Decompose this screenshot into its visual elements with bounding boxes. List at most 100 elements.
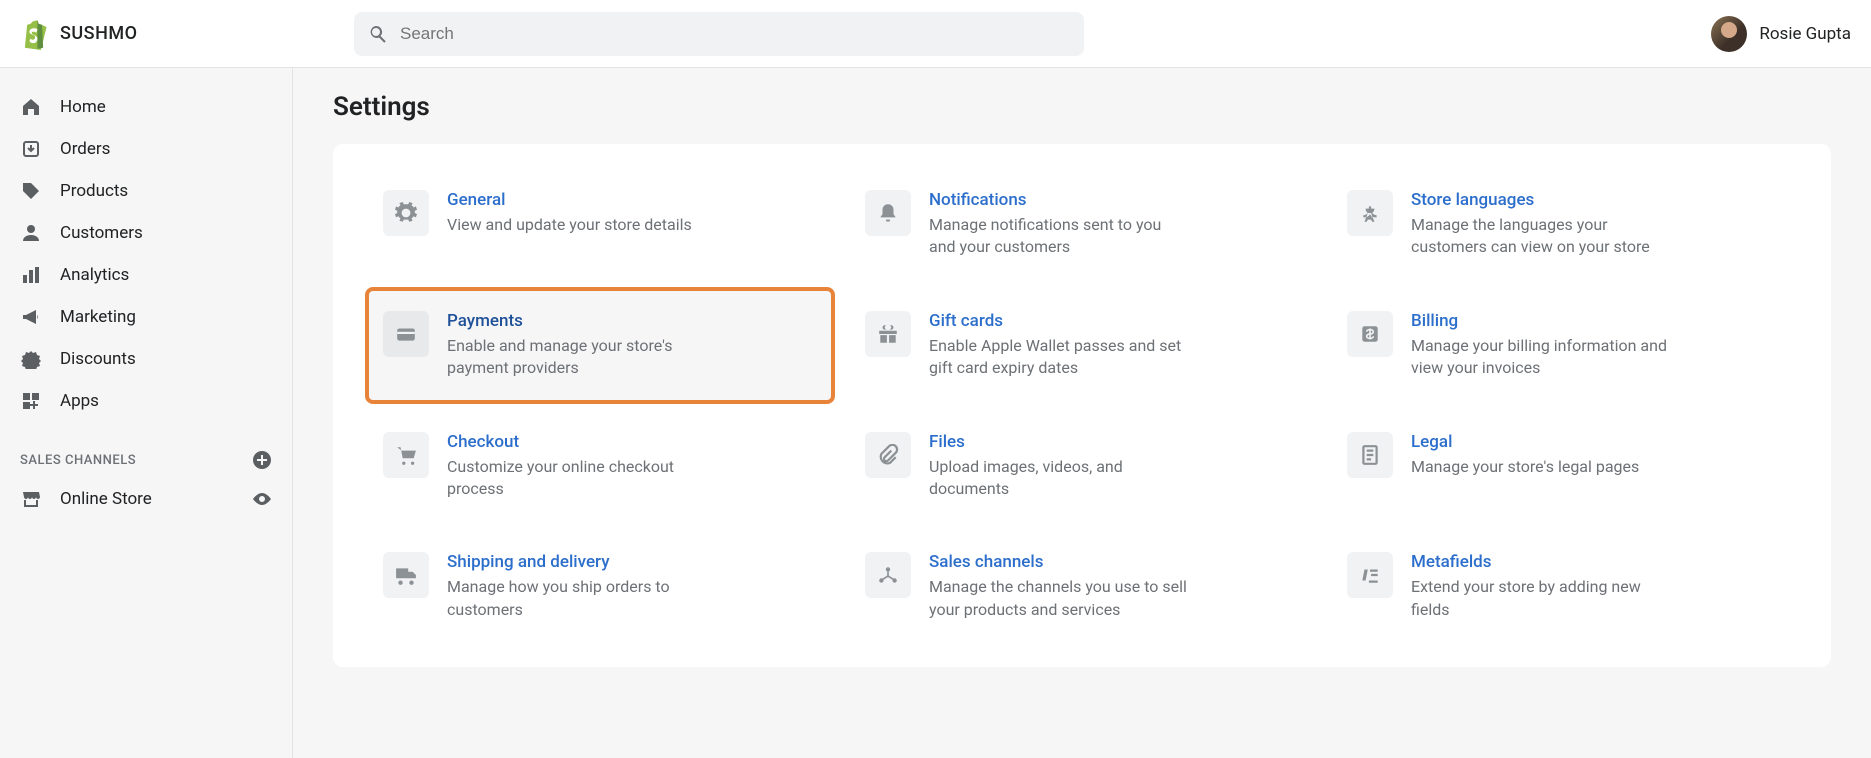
eye-icon[interactable] — [252, 489, 272, 509]
sidebar-item-label: Apps — [60, 391, 99, 411]
setting-item-shipping-and-delivery[interactable]: Shipping and delivery Manage how you shi… — [373, 542, 827, 631]
analytics-icon — [20, 264, 42, 286]
sidebar-item-customers[interactable]: Customers — [0, 212, 292, 254]
setting-desc: Customize your online checkout process — [447, 456, 707, 501]
sidebar-item-label: Marketing — [60, 307, 136, 327]
sidebar-item-label: Products — [60, 181, 128, 201]
clip-icon — [865, 432, 911, 478]
sidebar-item-label: Analytics — [60, 265, 129, 285]
sidebar-item-label: Online Store — [60, 489, 152, 509]
setting-text: Metafields Extend your store by adding n… — [1411, 552, 1671, 621]
setting-desc: Manage the languages your customers can … — [1411, 214, 1671, 259]
shopify-logo-icon — [20, 18, 48, 50]
sales-channels-header: SALES CHANNELS — [0, 434, 292, 478]
setting-item-payments[interactable]: Payments Enable and manage your store's … — [365, 287, 835, 404]
discounts-icon — [20, 348, 42, 370]
setting-title: Shipping and delivery — [447, 552, 707, 572]
setting-text: Notifications Manage notifications sent … — [929, 190, 1189, 259]
setting-desc: Manage how you ship orders to customers — [447, 576, 707, 621]
truck-icon — [383, 552, 429, 598]
setting-item-metafields[interactable]: Metafields Extend your store by adding n… — [1337, 542, 1791, 631]
sidebar-item-label: Home — [60, 97, 106, 117]
sidebar-item-online-store[interactable]: Online Store — [0, 478, 292, 520]
search-container — [354, 12, 1084, 56]
store-name: SUSHMO — [60, 23, 138, 44]
orders-icon — [20, 138, 42, 160]
sidebar-item-discounts[interactable]: Discounts — [0, 338, 292, 380]
sidebar-item-label: Orders — [60, 139, 110, 159]
store-icon — [20, 488, 42, 510]
setting-title: Metafields — [1411, 552, 1671, 572]
cart-icon — [383, 432, 429, 478]
gear-icon — [383, 190, 429, 236]
add-channel-icon[interactable] — [252, 450, 272, 470]
settings-panel: General View and update your store detai… — [333, 144, 1831, 667]
setting-title: Sales channels — [929, 552, 1189, 572]
search-input[interactable] — [400, 24, 1070, 44]
setting-text: Store languages Manage the languages you… — [1411, 190, 1671, 259]
logo-area: SUSHMO — [20, 18, 354, 50]
setting-desc: Manage your store's legal pages — [1411, 456, 1639, 478]
sidebar-item-orders[interactable]: Orders — [0, 128, 292, 170]
channels-icon — [865, 552, 911, 598]
setting-title: Gift cards — [929, 311, 1189, 331]
sidebar-item-products[interactable]: Products — [0, 170, 292, 212]
setting-desc: Enable and manage your store's payment p… — [447, 335, 707, 380]
setting-desc: Manage notifications sent to you and you… — [929, 214, 1189, 259]
sidebar-item-label: Discounts — [60, 349, 136, 369]
sidebar-item-label: Customers — [60, 223, 143, 243]
search-box[interactable] — [354, 12, 1084, 56]
setting-title: Legal — [1411, 432, 1639, 452]
setting-text: Legal Manage your store's legal pages — [1411, 432, 1639, 501]
setting-item-general[interactable]: General View and update your store detai… — [373, 180, 827, 269]
setting-desc: View and update your store details — [447, 214, 692, 236]
languages-icon — [1347, 190, 1393, 236]
avatar — [1711, 16, 1747, 52]
setting-desc: Enable Apple Wallet passes and set gift … — [929, 335, 1189, 380]
setting-item-store-languages[interactable]: Store languages Manage the languages you… — [1337, 180, 1791, 269]
meta-icon — [1347, 552, 1393, 598]
gift-icon — [865, 311, 911, 357]
setting-title: Payments — [447, 311, 707, 331]
setting-text: Gift cards Enable Apple Wallet passes an… — [929, 311, 1189, 380]
setting-item-billing[interactable]: Billing Manage your billing information … — [1337, 301, 1791, 390]
setting-item-checkout[interactable]: Checkout Customize your online checkout … — [373, 422, 827, 511]
setting-title: Billing — [1411, 311, 1671, 331]
apps-icon — [20, 390, 42, 412]
setting-text: General View and update your store detai… — [447, 190, 692, 259]
setting-text: Payments Enable and manage your store's … — [447, 311, 707, 380]
setting-text: Billing Manage your billing information … — [1411, 311, 1671, 380]
setting-text: Shipping and delivery Manage how you shi… — [447, 552, 707, 621]
search-icon — [368, 24, 388, 44]
bell-icon — [865, 190, 911, 236]
setting-desc: Upload images, videos, and documents — [929, 456, 1189, 501]
setting-title: Notifications — [929, 190, 1189, 210]
customers-icon — [20, 222, 42, 244]
sidebar-item-marketing[interactable]: Marketing — [0, 296, 292, 338]
user-area[interactable]: Rosie Gupta — [1711, 16, 1851, 52]
main-content: Settings General View and update your st… — [293, 68, 1871, 758]
sidebar-item-home[interactable]: Home — [0, 86, 292, 128]
setting-text: Sales channels Manage the channels you u… — [929, 552, 1189, 621]
setting-item-legal[interactable]: Legal Manage your store's legal pages — [1337, 422, 1791, 511]
legal-icon — [1347, 432, 1393, 478]
setting-item-notifications[interactable]: Notifications Manage notifications sent … — [855, 180, 1309, 269]
sidebar-item-analytics[interactable]: Analytics — [0, 254, 292, 296]
page-title: Settings — [333, 92, 1831, 122]
home-icon — [20, 96, 42, 118]
sidebar: Home Orders Products Customers Analytics… — [0, 68, 293, 758]
dollar-icon — [1347, 311, 1393, 357]
setting-text: Files Upload images, videos, and documen… — [929, 432, 1189, 501]
setting-desc: Manage the channels you use to sell your… — [929, 576, 1189, 621]
marketing-icon — [20, 306, 42, 328]
setting-title: Files — [929, 432, 1189, 452]
setting-item-files[interactable]: Files Upload images, videos, and documen… — [855, 422, 1309, 511]
setting-title: General — [447, 190, 692, 210]
setting-desc: Extend your store by adding new fields — [1411, 576, 1671, 621]
setting-item-sales-channels[interactable]: Sales channels Manage the channels you u… — [855, 542, 1309, 631]
sidebar-item-apps[interactable]: Apps — [0, 380, 292, 422]
card-icon — [383, 311, 429, 357]
setting-item-gift-cards[interactable]: Gift cards Enable Apple Wallet passes an… — [855, 301, 1309, 390]
products-icon — [20, 180, 42, 202]
setting-title: Store languages — [1411, 190, 1671, 210]
